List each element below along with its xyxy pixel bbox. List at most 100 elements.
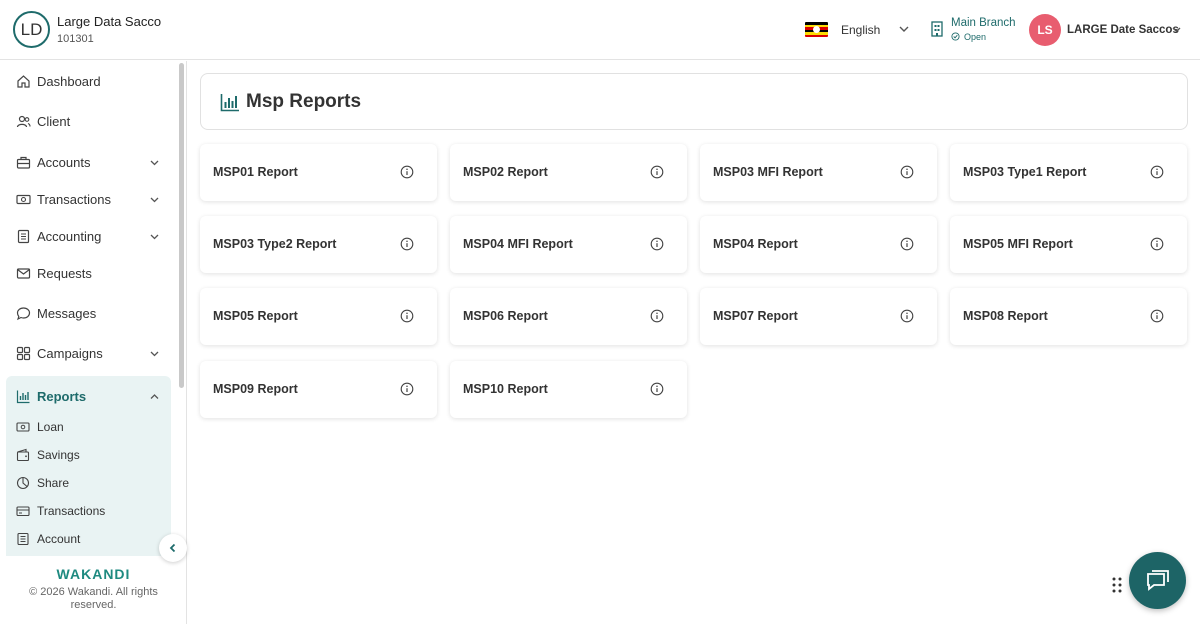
sidebar-item-requests[interactable]: Requests (6, 257, 171, 289)
org-code: 101301 (57, 33, 94, 45)
info-icon[interactable] (400, 165, 414, 179)
pie-icon (16, 476, 30, 490)
chart-icon (220, 94, 239, 112)
grid-icon (16, 346, 31, 360)
report-card-label: MSP09 Report (213, 382, 298, 396)
info-icon[interactable] (650, 165, 664, 179)
top-header: LD Large Data Sacco 101301 English Main … (0, 0, 1200, 60)
page-title: Msp Reports (246, 91, 362, 112)
chevron-down-icon (150, 351, 159, 356)
report-card[interactable]: MSP06 Report (450, 288, 687, 345)
money-icon (16, 422, 30, 432)
org-name: Large Data Sacco (57, 14, 162, 29)
report-card-label: MSP07 Report (713, 309, 798, 323)
sidebar-subitem-label: Account (37, 532, 81, 546)
drag-handle-icon[interactable] (1111, 576, 1123, 594)
uganda-flag-icon[interactable] (805, 22, 828, 37)
sidebar-subitem-account[interactable]: Account (6, 526, 171, 552)
sidebar-subitem-loan[interactable]: Loan (6, 414, 171, 440)
report-card-label: MSP05 Report (213, 309, 298, 323)
sidebar-subitem-savings[interactable]: Savings (6, 442, 171, 468)
sidebar-subitem-label: Savings (37, 448, 80, 462)
sidebar-item-label: Accounting (37, 228, 102, 244)
user-name[interactable]: LARGE Date Saccos (1067, 24, 1179, 36)
report-card[interactable]: MSP04 Report (700, 216, 937, 273)
money-icon (16, 194, 31, 204)
report-card[interactable]: MSP07 Report (700, 288, 937, 345)
sidebar-item-label: Transactions (37, 191, 111, 207)
mail-icon (16, 267, 31, 279)
info-icon[interactable] (1150, 309, 1164, 323)
report-card[interactable]: MSP10 Report (450, 361, 687, 418)
branch-name[interactable]: Main Branch (951, 17, 1016, 29)
users-icon (16, 115, 31, 127)
report-card-label: MSP10 Report (463, 382, 548, 396)
sidebar-subitem-transactions[interactable]: Transactions (6, 498, 171, 524)
info-icon[interactable] (650, 382, 664, 396)
org-initials: LD (20, 19, 43, 39)
report-card-label: MSP05 MFI Report (963, 237, 1073, 251)
report-card-label: MSP03 Type1 Report (963, 165, 1087, 179)
report-card[interactable]: MSP01 Report (200, 144, 437, 201)
message-icon (16, 306, 31, 320)
copyright-text: © 2026 Wakandi. All rights reserved. (29, 586, 158, 611)
report-card[interactable]: MSP09 Report (200, 361, 437, 418)
sidebar-item-label: Client (37, 113, 71, 129)
chat-button[interactable] (1129, 552, 1186, 609)
sidebar-item-reports[interactable]: Reports (6, 380, 171, 412)
sidebar: Dashboard Client Accounts Transactions A… (0, 61, 187, 624)
sidebar-subitem-label: Transactions (37, 504, 106, 518)
report-card[interactable]: MSP03 MFI Report (700, 144, 937, 201)
report-card[interactable]: MSP05 MFI Report (950, 216, 1187, 273)
sidebar-scroll-thumb[interactable] (179, 63, 184, 388)
info-icon[interactable] (900, 309, 914, 323)
report-card-label: MSP08 Report (963, 309, 1048, 323)
chevron-down-icon (150, 234, 159, 239)
chevron-down-icon (150, 160, 159, 165)
sidebar-item-client[interactable]: Client (6, 105, 171, 137)
sidebar-subitem-label: Loan (37, 420, 64, 434)
chevron-down-icon[interactable] (897, 22, 911, 36)
report-card[interactable]: MSP03 Type1 Report (950, 144, 1187, 201)
info-icon[interactable] (650, 309, 664, 323)
info-icon[interactable] (650, 237, 664, 251)
sidebar-item-dashboard[interactable]: Dashboard (6, 65, 171, 97)
ledger-icon (17, 532, 29, 546)
report-card[interactable]: MSP05 Report (200, 288, 437, 345)
chevron-left-icon (169, 543, 176, 553)
chevron-down-icon[interactable] (1170, 23, 1183, 36)
page-title-card: Msp Reports (200, 73, 1188, 130)
wallet-icon (16, 448, 30, 462)
card-icon (16, 506, 30, 517)
info-icon[interactable] (400, 309, 414, 323)
info-icon[interactable] (1150, 165, 1164, 179)
info-icon[interactable] (900, 237, 914, 251)
chevron-up-icon (150, 393, 159, 399)
info-icon[interactable] (1150, 237, 1164, 251)
sidebar-item-label: Accounts (37, 154, 91, 170)
report-card[interactable]: MSP02 Report (450, 144, 687, 201)
sidebar-item-label: Campaigns (37, 345, 103, 361)
info-icon[interactable] (400, 237, 414, 251)
report-card-label: MSP03 Type2 Report (213, 237, 337, 251)
sidebar-item-campaigns[interactable]: Campaigns (6, 337, 171, 369)
language-selector[interactable]: English (841, 23, 880, 37)
sidebar-item-label: Dashboard (37, 73, 101, 89)
user-avatar[interactable]: LS (1029, 14, 1061, 46)
check-circle-icon (951, 32, 960, 41)
sidebar-item-transactions[interactable]: Transactions (6, 183, 171, 215)
org-avatar[interactable]: LD (13, 11, 50, 48)
sidebar-item-label: Reports (37, 388, 87, 404)
report-card[interactable]: MSP08 Report (950, 288, 1187, 345)
info-icon[interactable] (900, 165, 914, 179)
report-card[interactable]: MSP03 Type2 Report (200, 216, 437, 273)
building-icon (931, 21, 943, 37)
sidebar-item-messages[interactable]: Messages (6, 297, 171, 329)
ledger-icon (17, 229, 30, 243)
sidebar-collapse-button[interactable] (159, 534, 187, 562)
sidebar-item-accounts[interactable]: Accounts (6, 146, 171, 178)
info-icon[interactable] (400, 382, 414, 396)
sidebar-item-accounting[interactable]: Accounting (6, 220, 171, 252)
report-card[interactable]: MSP04 MFI Report (450, 216, 687, 273)
sidebar-subitem-share[interactable]: Share (6, 470, 171, 496)
